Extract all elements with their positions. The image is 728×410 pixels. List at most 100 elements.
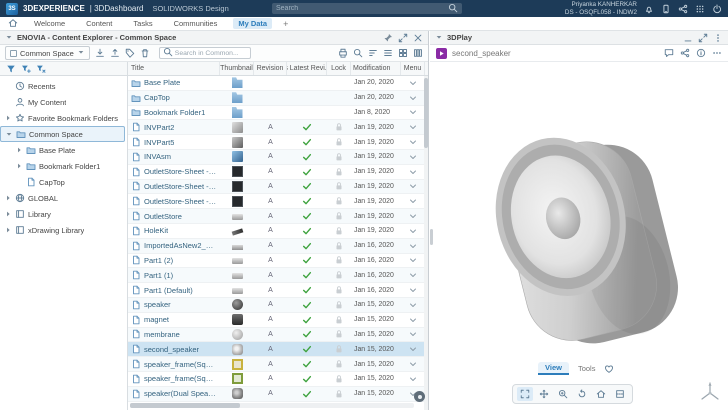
tab-my-data[interactable]: My Data [233,18,272,29]
chevron-down-icon[interactable] [408,211,418,221]
tree-item-captop[interactable]: CapTop [0,174,125,190]
tree-item-base-plate[interactable]: Base Plate [0,142,125,158]
table-row-invpart2[interactable]: INVPart2AJan 19, 2020 [128,120,428,135]
table-row-captop[interactable]: CapTopJan 20, 2020 [128,91,428,106]
explorer-search-input[interactable] [175,50,247,57]
home-tool-button[interactable] [593,387,609,401]
close-icon[interactable] [413,33,423,43]
table-row-bookmark-folder1[interactable]: Bookmark Folder1Jan 8, 2020 [128,106,428,121]
column-header-thumbnail[interactable]: Thumbnail [220,62,254,75]
menu-icon[interactable] [713,33,723,43]
table-row-invasm[interactable]: INVAsmAJan 19, 2020 [128,150,428,165]
tree-item-xdrawing-library[interactable]: xDrawing Library [0,222,125,238]
table-row-base-plate[interactable]: Base PlateJan 20, 2020 [128,76,428,91]
column-header-revision[interactable]: Revision [254,62,287,75]
caret-down-icon[interactable] [435,33,443,41]
table-row-second-speaker[interactable]: second_speakerAJan 15, 2020 [128,342,428,357]
speaker-3d-model[interactable] [430,62,728,410]
tree-item-global[interactable]: GLOBAL [0,190,125,206]
print-icon[interactable] [338,48,348,58]
caret-right-icon[interactable] [4,226,12,234]
vertical-scrollbar[interactable] [424,76,428,410]
explorer-search[interactable] [159,47,251,59]
chevron-down-icon[interactable] [408,315,418,325]
table-row-part1-default[interactable]: Part1 (Default)AJan 16, 2020 [128,283,428,298]
search-icon[interactable] [448,3,458,13]
search-icon[interactable] [353,48,363,58]
bell-icon[interactable] [644,4,654,14]
filter-clear-icon[interactable] [36,64,46,74]
comment-icon[interactable] [664,48,674,58]
tree-item-favorite-bookmark-folders[interactable]: Favorite Bookmark Folders [0,110,125,126]
table-row-speaker[interactable]: speakerAJan 15, 2020 [128,298,428,313]
upload-icon[interactable] [110,48,120,58]
columns-icon[interactable] [413,48,423,58]
chevron-down-icon[interactable] [408,152,418,162]
tab-tasks[interactable]: Tasks [128,18,157,29]
chevron-down-icon[interactable] [408,122,418,132]
table-row-part1-1[interactable]: Part1 (1)AJan 16, 2020 [128,268,428,283]
chevron-down-icon[interactable] [408,137,418,147]
chevron-down-icon[interactable] [408,181,418,191]
column-header-modification[interactable]: Modification [351,62,401,75]
suite-title[interactable]: SOLIDWORKS Design [152,4,228,13]
user-info[interactable]: Priyanka KANHERKAR DS - OSQFL058 - INDW2 [565,1,637,16]
horizontal-scrollbar[interactable] [130,403,414,408]
3ds-logo[interactable]: 3S [6,3,18,15]
dots-icon[interactable] [712,48,722,58]
add-tab-button[interactable]: + [283,19,288,29]
info-icon[interactable] [696,48,706,58]
share-icon[interactable] [680,48,690,58]
table-row-speaker-frame-square-cutout-gl[interactable]: speaker_frame(Square Cutout Gl...AJan 15… [128,357,428,372]
chevron-down-icon[interactable] [408,226,418,236]
table-row-holekit[interactable]: HoleKitAJan 19, 2020 [128,224,428,239]
chevron-down-icon[interactable] [408,344,418,354]
table-row-invpart5[interactable]: INVPart5AJan 19, 2020 [128,135,428,150]
zoom-tool-button[interactable] [555,387,571,401]
table-row-membrane[interactable]: membraneAJan 15, 2020 [128,328,428,343]
chevron-down-icon[interactable] [408,359,418,369]
chevron-down-icon[interactable] [408,107,418,117]
pin-icon[interactable] [383,33,393,43]
chevron-down-icon[interactable] [408,285,418,295]
heart-icon[interactable] [604,364,614,374]
global-search-input[interactable] [276,5,445,12]
table-row-outletstore-sheet-1-noblock[interactable]: OutletStore-Sheet - 1 - NoBlockAJan 19, … [128,165,428,180]
list-icon[interactable] [383,48,393,58]
chevron-down-icon[interactable] [408,241,418,251]
section-tool-button[interactable] [612,387,628,401]
caret-down-icon[interactable] [77,48,85,56]
power-icon[interactable] [712,4,722,14]
table-row-importedasnew2-cantilever-be[interactable]: ImportedAsNew2_Cantilever_Be...AJan 16, … [128,239,428,254]
trash-icon[interactable] [140,48,150,58]
column-header-lock[interactable]: Lock [327,62,351,75]
filter-add-icon[interactable] [21,64,31,74]
tree-item-my-content[interactable]: My Content [0,94,125,110]
chevron-down-icon[interactable] [408,270,418,280]
chevron-down-icon[interactable] [408,329,418,339]
tag-icon[interactable] [125,48,135,58]
table-row-outletstore-sheet-2-internal-view[interactable]: OutletStore-Sheet - 2 - Internal ViewAJa… [128,194,428,209]
apps-icon[interactable] [695,4,705,14]
table-row-speaker-dual-speakers[interactable]: speaker(Dual Speakers)AJan 15, 2020 [128,387,428,402]
tree-item-bookmark-folder1[interactable]: Bookmark Folder1 [0,158,125,174]
chevron-down-icon[interactable] [408,93,418,103]
grid-icon[interactable] [398,48,408,58]
tree-item-recents[interactable]: Recents [0,78,125,94]
3d-compass[interactable] [697,379,723,405]
table-row-part1-2[interactable]: Part1 (2)AJan 16, 2020 [128,254,428,269]
filter-icon[interactable] [6,64,16,74]
view-tab-tools[interactable]: Tools [571,363,603,374]
fit-tool-button[interactable] [517,387,533,401]
view-tab-view[interactable]: View [538,362,569,375]
rotate-tool-button[interactable] [574,387,590,401]
chevron-down-icon[interactable] [408,374,418,384]
caret-right-icon[interactable] [4,194,12,202]
table-row-outletstore-sheet-1-plans-and[interactable]: OutletStore-Sheet - 1 - Plans and ...AJa… [128,180,428,195]
home-icon[interactable] [8,18,18,28]
chevron-down-icon[interactable] [408,78,418,88]
global-search[interactable] [272,3,462,14]
chevron-down-icon[interactable] [408,167,418,177]
tab-content[interactable]: Content [81,18,117,29]
panel-splitter-handle[interactable] [430,229,433,245]
